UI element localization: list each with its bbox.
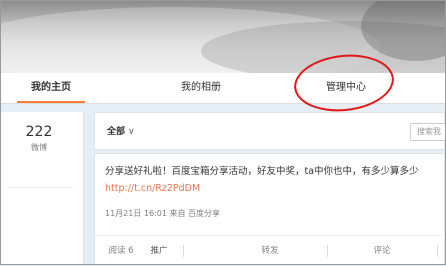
chevron-down-icon: ∨ xyxy=(128,127,135,137)
post-link[interactable]: http://t.cn/Rz2PdDM xyxy=(105,183,200,194)
feed-filter-dropdown[interactable]: 全部 ∨ xyxy=(107,124,135,137)
divider xyxy=(7,187,73,188)
divider xyxy=(183,245,184,257)
feed-filter-label: 全部 xyxy=(107,127,126,137)
post-actions-bar: 阅读 6 推广 转发 评论 xyxy=(95,235,446,266)
divider xyxy=(327,245,328,257)
post-source-prefix: 来自 xyxy=(169,209,186,218)
feed-post: 分享送好礼啦！百度宝箱分享活动，好友中奖，ta中你也中，有多少算多少 http:… xyxy=(94,153,446,266)
forward-button[interactable]: 转发 xyxy=(245,236,295,266)
profile-sidebar: 222 微博 xyxy=(1,112,84,265)
weibo-count-label: 微博 xyxy=(31,143,47,152)
post-source[interactable]: 百度分享 xyxy=(188,209,220,218)
cover-banner xyxy=(1,1,445,73)
promote-button[interactable]: 推广 xyxy=(139,236,179,266)
profile-nav: 我的主页 我的相册 管理中心 xyxy=(1,73,445,104)
tab-management-center[interactable]: 管理中心 xyxy=(306,73,386,103)
weibo-count-stat[interactable]: 222 微博 xyxy=(1,124,77,153)
tab-my-homepage[interactable]: 我的主页 xyxy=(17,73,85,103)
feed-header: 全部 ∨ 搜索我 xyxy=(94,112,446,150)
post-meta: 11月21日 16:01 来自 百度分享 xyxy=(105,208,220,219)
post-time[interactable]: 11月21日 16:01 xyxy=(105,209,167,218)
post-text: 分享送好礼啦！百度宝箱分享活动，好友中奖，ta中你也中，有多少算多少 xyxy=(105,166,419,177)
comment-button[interactable]: 评论 xyxy=(357,236,407,266)
tab-my-album[interactable]: 我的相册 xyxy=(161,73,241,103)
divider xyxy=(437,245,438,257)
feed-search-input[interactable]: 搜索我 xyxy=(410,123,446,141)
read-count: 阅读 6 xyxy=(108,246,134,256)
weibo-count: 222 xyxy=(25,124,53,140)
